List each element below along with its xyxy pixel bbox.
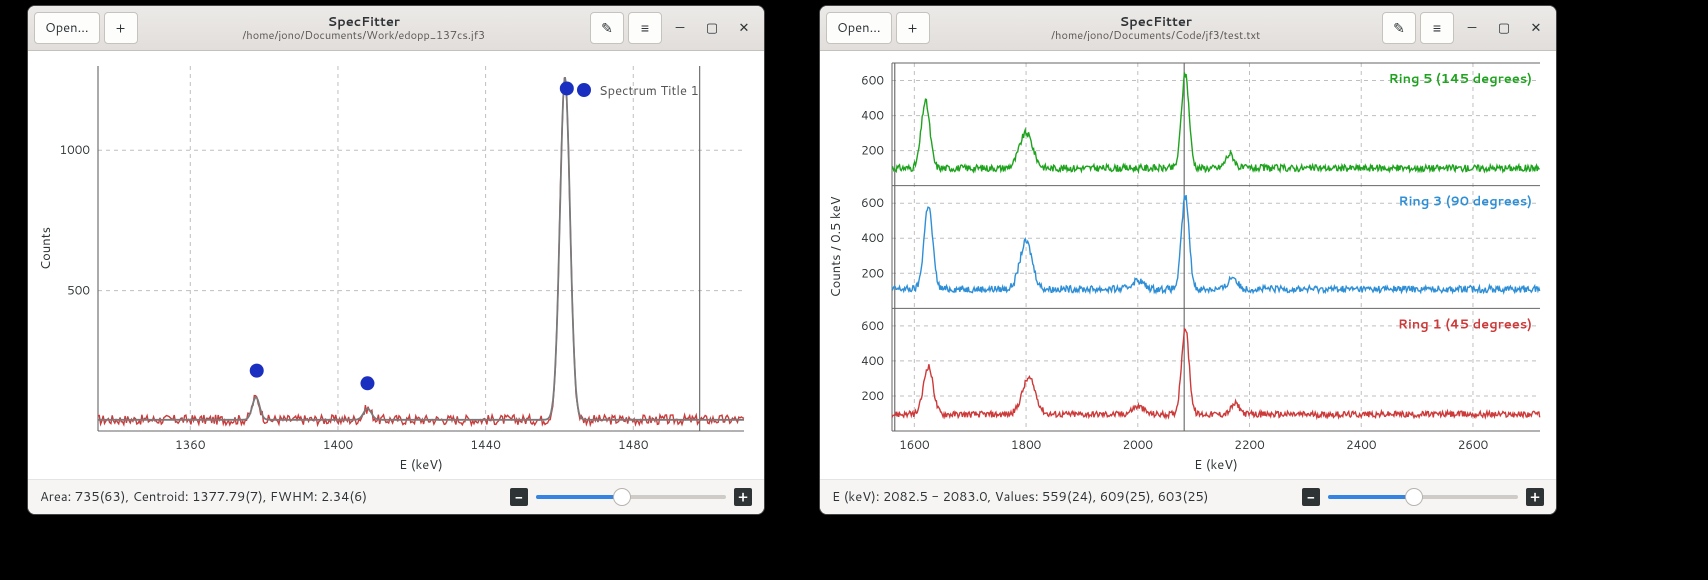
- svg-text:1440: 1440: [470, 436, 500, 453]
- pencil-icon: ✎: [1393, 21, 1405, 35]
- zoom-slider[interactable]: [536, 488, 726, 506]
- svg-text:1000: 1000: [60, 141, 90, 158]
- svg-text:Counts: Counts: [37, 227, 55, 270]
- open-button[interactable]: Open...: [826, 12, 892, 44]
- svg-text:200: 200: [861, 387, 884, 404]
- open-button-label: Open...: [45, 19, 89, 37]
- minimize-icon: —: [1468, 19, 1477, 37]
- statusbar: Area: 735(63), Centroid: 1377.79(7), FWH…: [28, 479, 764, 514]
- hamburger-icon: ≡: [641, 21, 649, 35]
- svg-text:200: 200: [861, 141, 884, 158]
- open-button[interactable]: Open...: [34, 12, 100, 44]
- svg-text:2600: 2600: [1458, 436, 1488, 453]
- svg-text:Counts / 0.5 keV: Counts / 0.5 keV: [827, 196, 845, 297]
- titlebar[interactable]: Open... + SpecFitter /home/jono/Document…: [28, 6, 764, 51]
- plus-icon: +: [116, 21, 126, 35]
- svg-text:E (keV): E (keV): [1194, 456, 1238, 474]
- minimize-button[interactable]: —: [666, 14, 694, 42]
- svg-text:1400: 1400: [323, 436, 353, 453]
- svg-text:2000: 2000: [1123, 436, 1153, 453]
- edit-button[interactable]: ✎: [590, 12, 624, 44]
- svg-text:Ring 1 (45 degrees): Ring 1 (45 degrees): [1398, 315, 1532, 333]
- svg-text:Spectrum Title 1: Spectrum Title 1: [599, 82, 699, 100]
- svg-text:400: 400: [861, 352, 884, 369]
- zoom-in-button[interactable]: +: [1526, 488, 1544, 506]
- app-title: SpecFitter: [142, 15, 587, 29]
- maximize-icon: ▢: [1498, 19, 1510, 37]
- svg-text:1800: 1800: [1011, 436, 1041, 453]
- menu-button[interactable]: ≡: [1420, 12, 1454, 44]
- close-icon: ✕: [1531, 19, 1542, 37]
- chart-canvas-left[interactable]: 500 1000 1360 1400 1440 1480 E (keV) Counts Spec…: [28, 51, 764, 479]
- app-subtitle: /home/jono/Documents/Code/jf3/test.txt: [934, 29, 1379, 41]
- zoom-slider[interactable]: [1328, 488, 1518, 506]
- close-button[interactable]: ✕: [730, 14, 758, 42]
- close-icon: ✕: [739, 19, 750, 37]
- svg-text:600: 600: [861, 194, 884, 211]
- status-text: Area: 735(63), Centroid: 1377.79(7), FWH…: [40, 488, 500, 506]
- zoom-out-button[interactable]: −: [1302, 488, 1320, 506]
- svg-text:600: 600: [861, 317, 884, 334]
- statusbar: E (keV): 2082.5 - 2083.0, Values: 559(24…: [820, 479, 1556, 514]
- app-title: SpecFitter: [934, 15, 1379, 29]
- svg-text:1600: 1600: [899, 436, 929, 453]
- zoom-out-button[interactable]: −: [510, 488, 528, 506]
- svg-text:1360: 1360: [175, 436, 205, 453]
- svg-text:600: 600: [861, 71, 884, 88]
- menu-button[interactable]: ≡: [628, 12, 662, 44]
- maximize-button[interactable]: ▢: [698, 14, 726, 42]
- edit-button[interactable]: ✎: [1382, 12, 1416, 44]
- svg-text:E (keV): E (keV): [399, 456, 443, 474]
- maximize-icon: ▢: [706, 19, 718, 37]
- zoom-in-button[interactable]: +: [734, 488, 752, 506]
- window-specfitter-right: Open... + SpecFitter /home/jono/Document…: [819, 5, 1557, 515]
- maximize-button[interactable]: ▢: [1490, 14, 1518, 42]
- svg-text:500: 500: [67, 281, 90, 298]
- minimize-icon: —: [676, 19, 685, 37]
- add-button[interactable]: +: [896, 12, 930, 44]
- close-button[interactable]: ✕: [1522, 14, 1550, 42]
- svg-text:1480: 1480: [618, 436, 648, 453]
- svg-text:Ring 5 (145 degrees): Ring 5 (145 degrees): [1389, 70, 1532, 88]
- titlebar[interactable]: Open... + SpecFitter /home/jono/Document…: [820, 6, 1556, 51]
- svg-text:2400: 2400: [1346, 436, 1376, 453]
- hamburger-icon: ≡: [1433, 21, 1441, 35]
- window-specfitter-left: Open... + SpecFitter /home/jono/Document…: [27, 5, 765, 515]
- svg-text:400: 400: [861, 106, 884, 123]
- add-button[interactable]: +: [104, 12, 138, 44]
- svg-text:200: 200: [861, 264, 884, 281]
- chart-canvas-right[interactable]: 1600 1800 2000 2200 2400 2600 200 400 600 Ring 5 …: [820, 51, 1556, 479]
- app-subtitle: /home/jono/Documents/Work/edopp_137cs.jf…: [142, 29, 587, 41]
- svg-text:400: 400: [861, 229, 884, 246]
- minimize-button[interactable]: —: [1458, 14, 1486, 42]
- svg-text:Ring 3 (90 degrees): Ring 3 (90 degrees): [1398, 193, 1532, 211]
- plus-icon: +: [908, 21, 918, 35]
- pencil-icon: ✎: [601, 21, 613, 35]
- open-button-label: Open...: [837, 19, 881, 37]
- status-text: E (keV): 2082.5 - 2083.0, Values: 559(24…: [832, 488, 1292, 506]
- svg-text:2200: 2200: [1234, 436, 1264, 453]
